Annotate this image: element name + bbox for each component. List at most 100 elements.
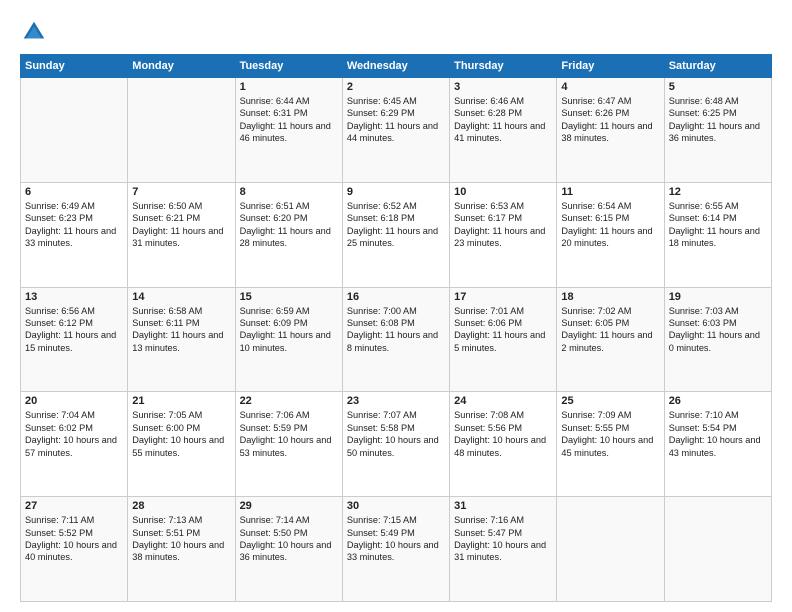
calendar-cell: 19Sunrise: 7:03 AMSunset: 6:03 PMDayligh… — [664, 287, 771, 392]
cell-content: Sunrise: 6:50 AMSunset: 6:21 PMDaylight:… — [132, 200, 230, 250]
weekday-header-row: SundayMondayTuesdayWednesdayThursdayFrid… — [21, 55, 772, 78]
calendar-cell: 18Sunrise: 7:02 AMSunset: 6:05 PMDayligh… — [557, 287, 664, 392]
day-number: 17 — [454, 291, 552, 303]
calendar-cell — [557, 497, 664, 602]
calendar-cell: 29 Sunrise: 7:14 AMSunset: 5:50 PMDayligh… — [235, 497, 342, 602]
day-number: 25 — [561, 395, 659, 407]
logo-icon — [20, 18, 48, 46]
calendar-cell: 1 Sunrise: 6:44 AMSunset: 6:31 PMDaylight… — [235, 78, 342, 183]
calendar-cell: 3 Sunrise: 6:46 AMSunset: 6:28 PMDaylight… — [450, 78, 557, 183]
logo — [20, 18, 52, 46]
day-number: 8 — [240, 186, 338, 198]
calendar-cell: 13 Sunrise: 6:56 AMSunset: 6:12 PMDayligh… — [21, 287, 128, 392]
day-number: 7 — [132, 186, 230, 198]
cell-content: Sunrise: 7:10 AMSunset: 5:54 PMDaylight:… — [669, 409, 767, 459]
cell-content: Sunrise: 7:07 AMSunset: 5:58 PMDaylight:… — [347, 409, 445, 459]
calendar-week-row: 1 Sunrise: 6:44 AMSunset: 6:31 PMDaylight… — [21, 78, 772, 183]
day-number: 23 — [347, 395, 445, 407]
calendar-cell: 6 Sunrise: 6:49 AMSunset: 6:23 PMDaylight… — [21, 182, 128, 287]
calendar-cell: 23 Sunrise: 7:07 AMSunset: 5:58 PMDayligh… — [342, 392, 449, 497]
day-number: 5 — [669, 81, 767, 93]
calendar-cell: 28 Sunrise: 7:13 AMSunset: 5:51 PMDayligh… — [128, 497, 235, 602]
calendar-cell: 15Sunrise: 6:59 AMSunset: 6:09 PMDayligh… — [235, 287, 342, 392]
day-number: 13 — [25, 291, 123, 303]
day-number: 6 — [25, 186, 123, 198]
calendar-cell: 25 Sunrise: 7:09 AMSunset: 5:55 PMDayligh… — [557, 392, 664, 497]
calendar-cell: 21 Sunrise: 7:05 AMSunset: 6:00 PMDayligh… — [128, 392, 235, 497]
calendar-cell — [128, 78, 235, 183]
cell-content: Sunrise: 7:05 AMSunset: 6:00 PMDaylight:… — [132, 409, 230, 459]
cell-content: Sunrise: 7:13 AMSunset: 5:51 PMDaylight:… — [132, 514, 230, 564]
cell-content: Sunrise: 6:58 AMSunset: 6:11 PMDaylight:… — [132, 305, 230, 355]
day-number: 2 — [347, 81, 445, 93]
cell-content: Sunrise: 6:46 AMSunset: 6:28 PMDaylight:… — [454, 95, 552, 145]
calendar-cell: 8 Sunrise: 6:51 AMSunset: 6:20 PMDaylight… — [235, 182, 342, 287]
cell-content: Sunrise: 6:59 AMSunset: 6:09 PMDaylight:… — [240, 305, 338, 355]
calendar-cell — [664, 497, 771, 602]
cell-content: Sunrise: 7:15 AMSunset: 5:49 PMDaylight:… — [347, 514, 445, 564]
calendar-cell: 14 Sunrise: 6:58 AMSunset: 6:11 PMDayligh… — [128, 287, 235, 392]
day-number: 10 — [454, 186, 552, 198]
day-number: 20 — [25, 395, 123, 407]
calendar-cell: 17 Sunrise: 7:01 AMSunset: 6:06 PMDayligh… — [450, 287, 557, 392]
day-number: 28 — [132, 500, 230, 512]
calendar-cell: 16Sunrise: 7:00 AMSunset: 6:08 PMDayligh… — [342, 287, 449, 392]
calendar-cell: 22Sunrise: 7:06 AMSunset: 5:59 PMDayligh… — [235, 392, 342, 497]
weekday-header-monday: Monday — [128, 55, 235, 78]
calendar-cell: 9Sunrise: 6:52 AMSunset: 6:18 PMDaylight… — [342, 182, 449, 287]
weekday-header-saturday: Saturday — [664, 55, 771, 78]
calendar-week-row: 20 Sunrise: 7:04 AMSunset: 6:02 PMDayligh… — [21, 392, 772, 497]
day-number: 31 — [454, 500, 552, 512]
day-number: 21 — [132, 395, 230, 407]
weekday-header-friday: Friday — [557, 55, 664, 78]
calendar-cell: 30 Sunrise: 7:15 AMSunset: 5:49 PMDayligh… — [342, 497, 449, 602]
calendar-cell: 10 Sunrise: 6:53 AMSunset: 6:17 PMDayligh… — [450, 182, 557, 287]
cell-content: Sunrise: 7:01 AMSunset: 6:06 PMDaylight:… — [454, 305, 552, 355]
day-number: 3 — [454, 81, 552, 93]
calendar-cell: 26 Sunrise: 7:10 AMSunset: 5:54 PMDayligh… — [664, 392, 771, 497]
cell-content: Sunrise: 7:04 AMSunset: 6:02 PMDaylight:… — [25, 409, 123, 459]
cell-content: Sunrise: 6:44 AMSunset: 6:31 PMDaylight:… — [240, 95, 338, 145]
calendar-cell: 4Sunrise: 6:47 AMSunset: 6:26 PMDaylight… — [557, 78, 664, 183]
day-number: 29 — [240, 500, 338, 512]
calendar-week-row: 6 Sunrise: 6:49 AMSunset: 6:23 PMDaylight… — [21, 182, 772, 287]
day-number: 24 — [454, 395, 552, 407]
cell-content: Sunrise: 6:52 AMSunset: 6:18 PMDaylight:… — [347, 200, 445, 250]
cell-content: Sunrise: 7:11 AMSunset: 5:52 PMDaylight:… — [25, 514, 123, 564]
cell-content: Sunrise: 7:03 AMSunset: 6:03 PMDaylight:… — [669, 305, 767, 355]
weekday-header-sunday: Sunday — [21, 55, 128, 78]
day-number: 30 — [347, 500, 445, 512]
calendar-cell: 24 Sunrise: 7:08 AMSunset: 5:56 PMDayligh… — [450, 392, 557, 497]
cell-content: Sunrise: 6:49 AMSunset: 6:23 PMDaylight:… — [25, 200, 123, 250]
cell-content: Sunrise: 6:45 AMSunset: 6:29 PMDaylight:… — [347, 95, 445, 145]
calendar-cell: 11 Sunrise: 6:54 AMSunset: 6:15 PMDayligh… — [557, 182, 664, 287]
cell-content: Sunrise: 7:09 AMSunset: 5:55 PMDaylight:… — [561, 409, 659, 459]
day-number: 1 — [240, 81, 338, 93]
calendar-cell: 12Sunrise: 6:55 AMSunset: 6:14 PMDayligh… — [664, 182, 771, 287]
calendar-cell: 31Sunrise: 7:16 AMSunset: 5:47 PMDayligh… — [450, 497, 557, 602]
calendar-week-row: 27Sunrise: 7:11 AMSunset: 5:52 PMDayligh… — [21, 497, 772, 602]
day-number: 12 — [669, 186, 767, 198]
cell-content: Sunrise: 7:14 AMSunset: 5:50 PMDaylight:… — [240, 514, 338, 564]
weekday-header-wednesday: Wednesday — [342, 55, 449, 78]
cell-content: Sunrise: 6:48 AMSunset: 6:25 PMDaylight:… — [669, 95, 767, 145]
cell-content: Sunrise: 6:53 AMSunset: 6:17 PMDaylight:… — [454, 200, 552, 250]
cell-content: Sunrise: 6:51 AMSunset: 6:20 PMDaylight:… — [240, 200, 338, 250]
header — [20, 18, 772, 46]
day-number: 26 — [669, 395, 767, 407]
day-number: 18 — [561, 291, 659, 303]
day-number: 16 — [347, 291, 445, 303]
calendar-cell: 5 Sunrise: 6:48 AMSunset: 6:25 PMDaylight… — [664, 78, 771, 183]
day-number: 11 — [561, 186, 659, 198]
day-number: 14 — [132, 291, 230, 303]
cell-content: Sunrise: 6:54 AMSunset: 6:15 PMDaylight:… — [561, 200, 659, 250]
calendar-cell: 2 Sunrise: 6:45 AMSunset: 6:29 PMDaylight… — [342, 78, 449, 183]
calendar-cell — [21, 78, 128, 183]
day-number: 22 — [240, 395, 338, 407]
calendar-table: SundayMondayTuesdayWednesdayThursdayFrid… — [20, 54, 772, 602]
cell-content: Sunrise: 6:56 AMSunset: 6:12 PMDaylight:… — [25, 305, 123, 355]
cell-content: Sunrise: 7:08 AMSunset: 5:56 PMDaylight:… — [454, 409, 552, 459]
calendar-cell: 27Sunrise: 7:11 AMSunset: 5:52 PMDayligh… — [21, 497, 128, 602]
weekday-header-thursday: Thursday — [450, 55, 557, 78]
calendar-cell: 20 Sunrise: 7:04 AMSunset: 6:02 PMDayligh… — [21, 392, 128, 497]
